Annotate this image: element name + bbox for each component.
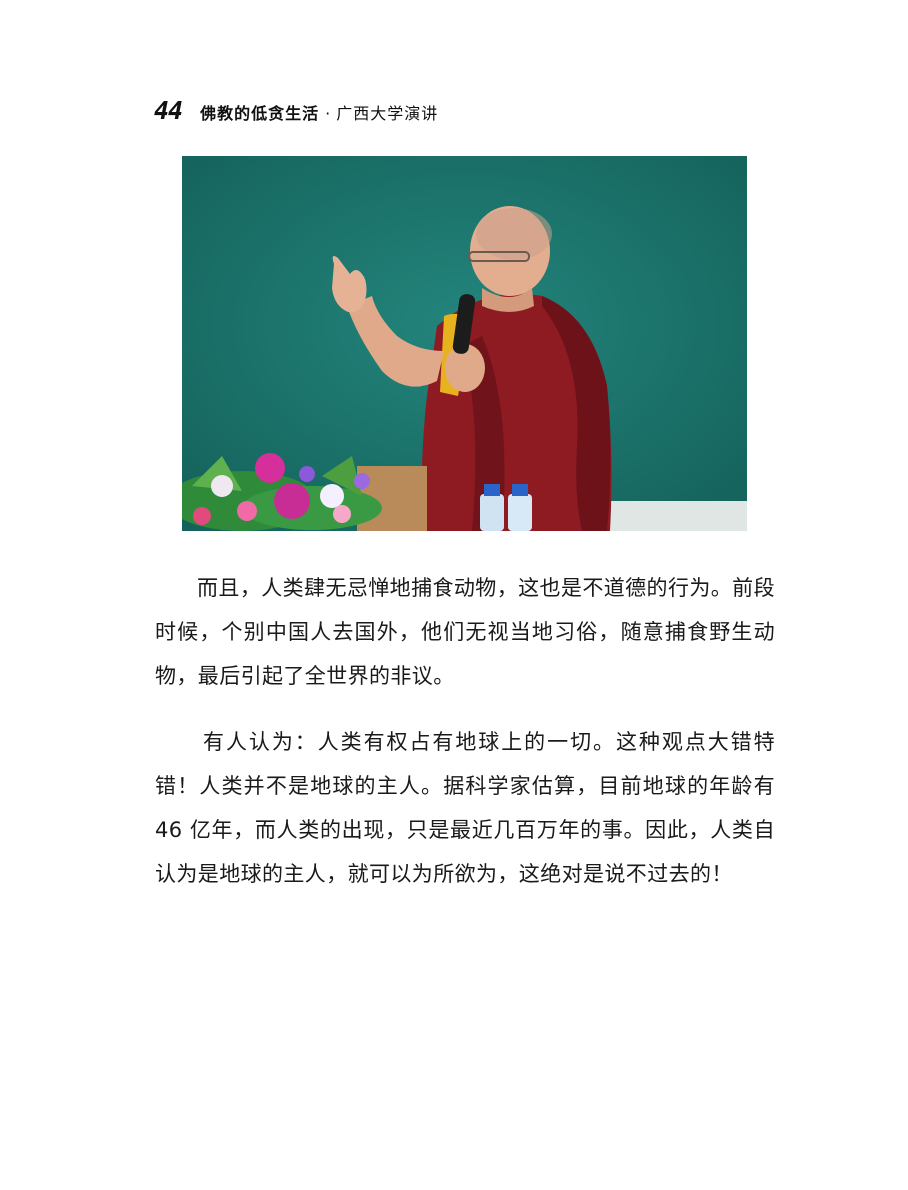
board-ledge <box>592 501 747 531</box>
paragraph-1: 而且，人类肆无忌惮地捕食动物，这也是不道德的行为。前段时候，个别中国人去国外，他… <box>155 576 775 688</box>
paragraph-2: 有人认为：人类有权占有地球上的一切。这种观点大错特错！人类并不是地球的主人。据科… <box>155 730 775 886</box>
lecture-photo-illustration <box>182 156 747 531</box>
book-title: 佛教的低贪生活 <box>200 104 320 123</box>
title-separator: · <box>325 104 331 123</box>
running-header: 44 佛教的低贪生活 · 广西大学演讲 <box>154 96 754 136</box>
chapter-subtitle: 广西大学演讲 <box>336 104 439 123</box>
page-number: 44 <box>154 96 183 125</box>
lecture-photo <box>182 156 747 531</box>
